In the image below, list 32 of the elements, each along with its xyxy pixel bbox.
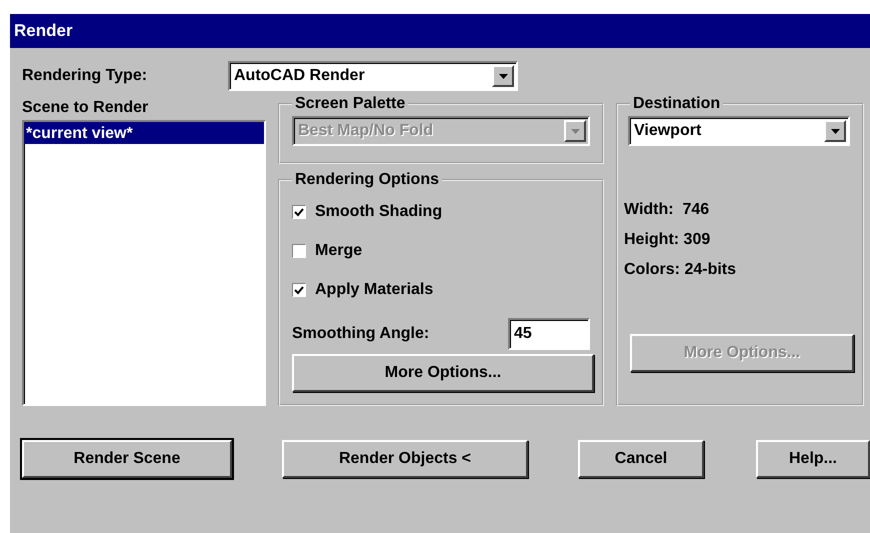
more-options-button[interactable]: More Options... <box>292 354 594 392</box>
group-title: Screen Palette <box>294 96 406 112</box>
window-title: Render <box>10 14 870 48</box>
scene-list[interactable]: *current view* <box>22 120 266 406</box>
checkbox-label: Merge <box>315 241 362 261</box>
scene-list-label: Scene to Render <box>22 98 150 118</box>
group-title: Rendering Options <box>294 172 440 188</box>
checkbox[interactable] <box>292 205 306 219</box>
rendering-type-label: Rendering Type: <box>22 66 148 86</box>
caret-icon <box>498 74 508 78</box>
checkbox[interactable] <box>292 283 306 297</box>
image-info-text: Height: 309 <box>624 230 712 250</box>
rendering-type-dropdown[interactable]: AutoCAD Render <box>228 61 518 91</box>
dialog-button[interactable]: Cancel <box>578 440 704 478</box>
image-info-text: Width: 746 <box>624 200 710 220</box>
smoothing-angle-label: Smoothing Angle: <box>292 324 430 344</box>
dropdown-value: Viewport <box>634 121 702 141</box>
dialog-button[interactable]: Help... <box>756 440 870 478</box>
dialog-button[interactable]: Render Objects < <box>282 440 528 478</box>
scene-list-item[interactable]: *current view* <box>24 122 264 144</box>
destination-dropdown[interactable]: Viewport <box>628 116 850 146</box>
caret-icon <box>570 128 580 134</box>
group-title: Destination <box>632 96 722 112</box>
image-info-text: Colors: 24-bits <box>624 260 738 280</box>
checkbox-label: Apply Materials <box>315 280 434 300</box>
checkbox-label: Smooth Shading <box>315 202 442 222</box>
smoothing-angle-field[interactable]: 45 <box>508 318 590 350</box>
dropdown-value: AutoCAD Render <box>234 66 365 86</box>
caret-icon <box>830 128 840 134</box>
checkbox[interactable] <box>292 244 306 258</box>
dialog-button[interactable]: Render Scene <box>22 440 232 478</box>
dropdown-value: Best Map/No Fold <box>298 121 434 141</box>
